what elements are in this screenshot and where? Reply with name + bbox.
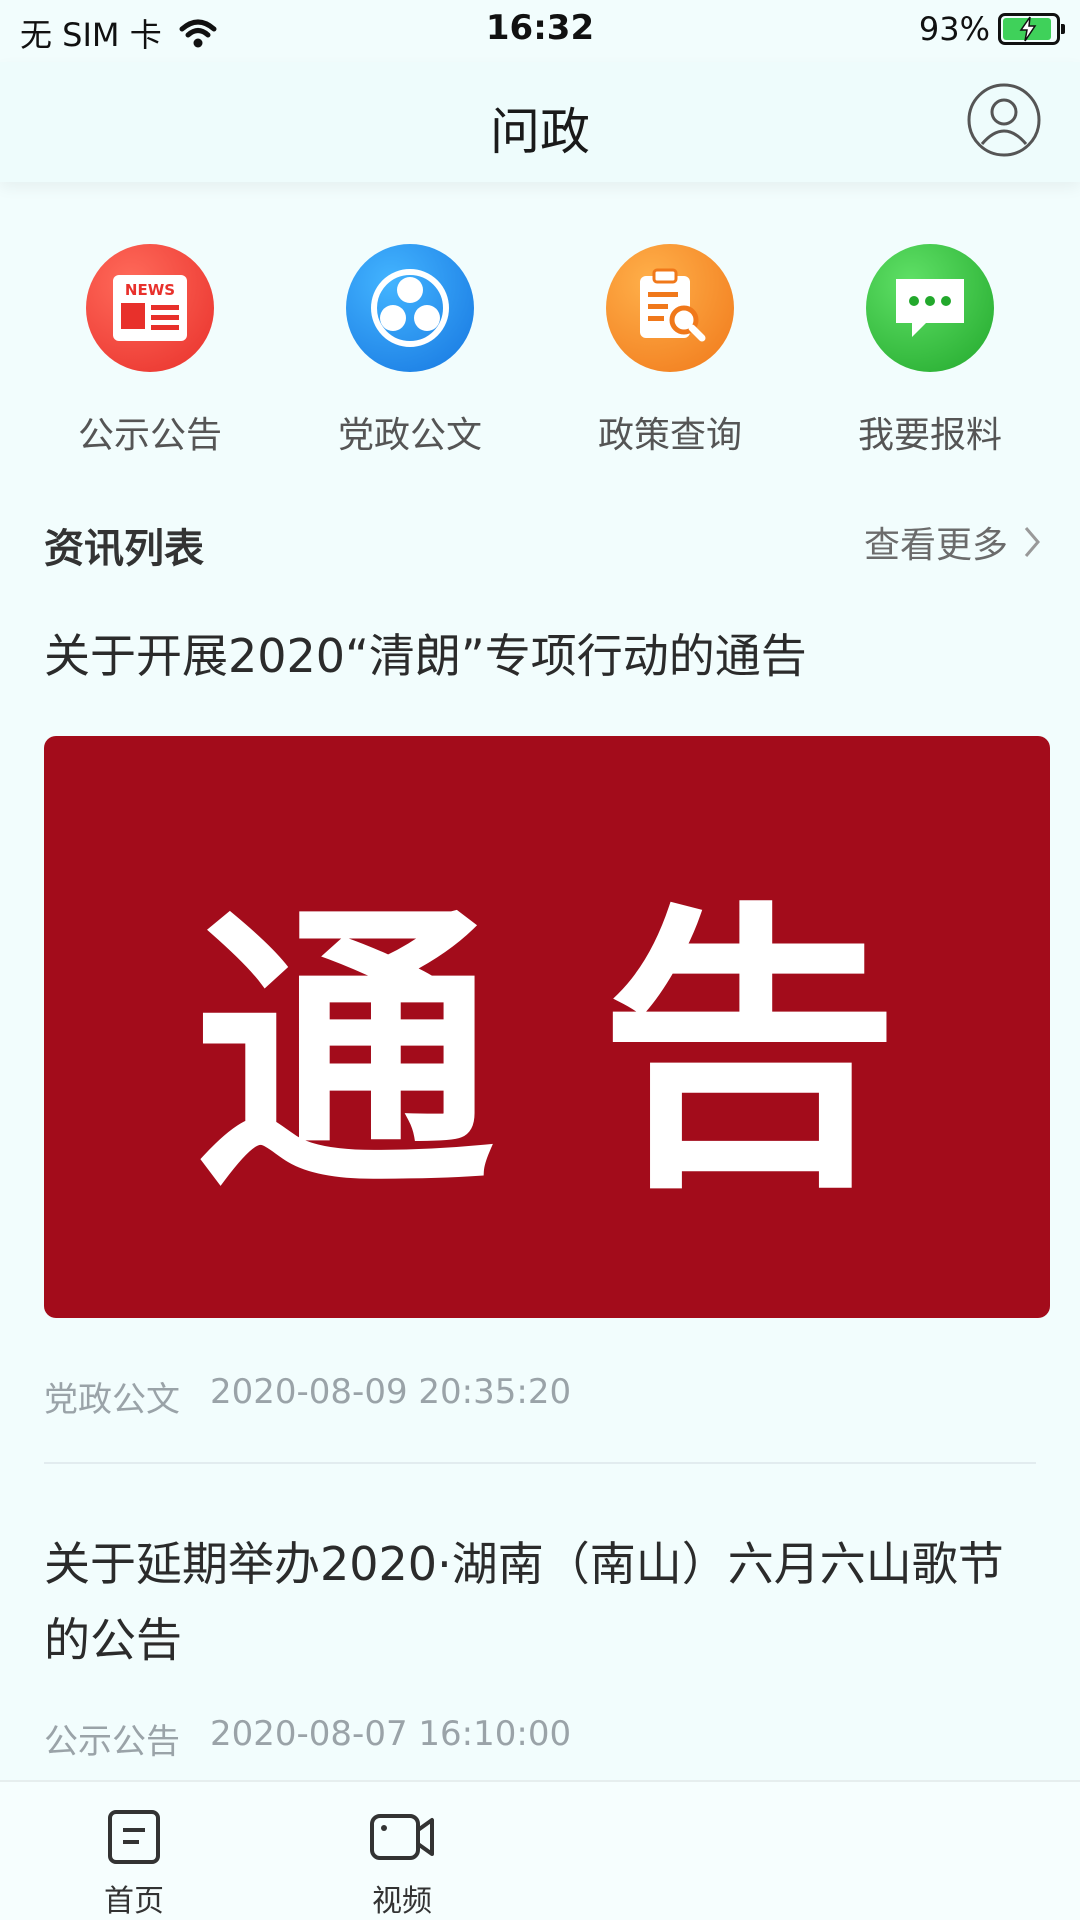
news-item-title[interactable]: 关于开展2020“清朗”专项行动的通告 (44, 620, 1044, 686)
clipboard-search-icon (606, 244, 734, 372)
tab-home[interactable]: 首页 (74, 1808, 194, 1920)
chat-bubble-icon (866, 244, 994, 372)
quick-entry-policy-search[interactable]: 政策查询 (540, 244, 800, 456)
news-category: 党政公文 (44, 1380, 180, 1420)
app-header: 问政 (0, 62, 1080, 182)
tab-video[interactable]: 视频 (342, 1808, 462, 1920)
user-avatar-icon[interactable] (966, 82, 1042, 158)
status-right: 93% (918, 10, 1065, 48)
chevron-right-icon (1024, 527, 1040, 557)
divider (44, 1462, 1036, 1464)
view-more-label: 查看更多 (863, 525, 1008, 566)
bottom-tab-bar: 首页 视频 (0, 1780, 1080, 1920)
tab-label: 首页 (104, 1884, 164, 1919)
group-icon (346, 244, 474, 372)
battery-percent: 93% (918, 10, 990, 48)
news-banner-image[interactable]: 通 告 (44, 736, 1050, 1318)
battery-icon (998, 13, 1065, 45)
banner-text: 通 告 (194, 879, 900, 1228)
news-icon: NEWS (86, 244, 214, 372)
page-title: 问政 (490, 103, 590, 161)
status-bar: 无 SIM 卡 16:32 93% (0, 0, 1080, 62)
quick-entry-label: 我要报料 (857, 415, 1002, 456)
quick-entry-grid: NEWS 公示公告 党政公文 政策查询 我要报料 (0, 244, 1080, 456)
news-item-meta: 公示公告 2020-08-07 16:10:00 (44, 1714, 571, 1763)
quick-entry-label: 公示公告 (77, 415, 222, 456)
news-time: 2020-08-07 16:10:00 (210, 1714, 572, 1754)
news-category: 公示公告 (44, 1722, 180, 1762)
news-item-title[interactable]: 关于延期举办2020·湖南（南山）六月六山歌节的公告 (44, 1526, 1044, 1678)
quick-entry-label: 党政公文 (337, 415, 482, 456)
view-more-link[interactable]: 查看更多 (864, 516, 1042, 568)
tab-label: 视频 (372, 1884, 432, 1919)
news-section-title: 资讯列表 (44, 526, 204, 572)
quick-entry-party-docs[interactable]: 党政公文 (280, 244, 540, 456)
video-icon (370, 1814, 434, 1860)
news-item-meta: 党政公文 2020-08-09 20:35:20 (44, 1372, 571, 1421)
svg-text:NEWS: NEWS (125, 281, 175, 299)
news-time: 2020-08-09 20:35:20 (210, 1372, 572, 1412)
quick-entry-notices[interactable]: NEWS 公示公告 (20, 244, 280, 456)
home-doc-icon (108, 1810, 160, 1864)
quick-entry-report[interactable]: 我要报料 (800, 244, 1060, 456)
quick-entry-label: 政策查询 (597, 415, 742, 456)
